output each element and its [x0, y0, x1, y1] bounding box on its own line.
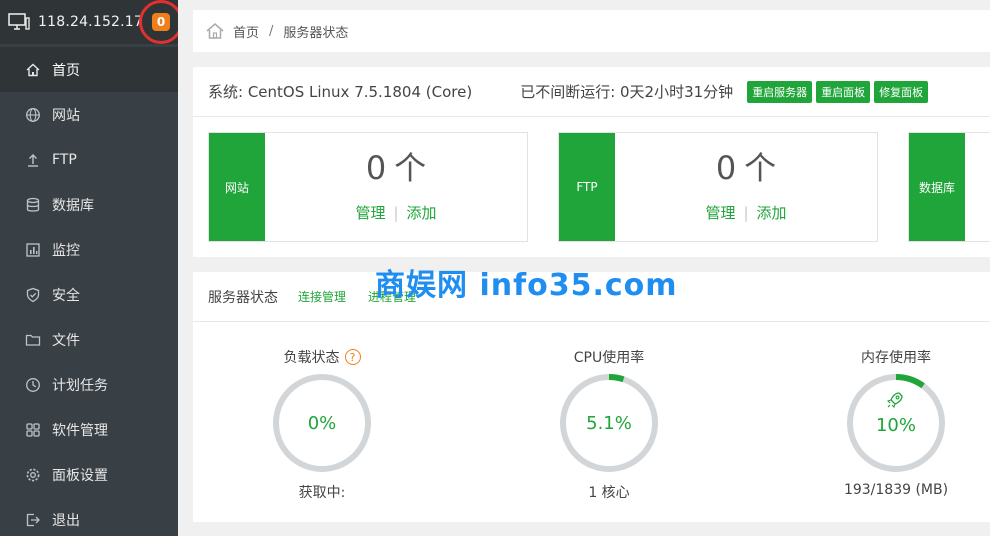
apps-icon — [24, 421, 42, 439]
gauge-ring: 0% — [271, 372, 373, 474]
shield-icon — [24, 286, 42, 304]
sidebar-item-label: FTP — [52, 151, 77, 168]
sidebar-item-logout[interactable]: 退出 — [0, 497, 178, 536]
gauge-subtext: 获取中: — [298, 485, 346, 501]
stat-count: 0个 — [365, 148, 427, 187]
system-info-row: 系统: CentOS Linux 7.5.1804 (Core) 已不间断运行:… — [193, 67, 990, 117]
sidebar-item-website[interactable]: 网站 — [0, 92, 178, 137]
stat-count: 0个 — [715, 148, 777, 187]
sidebar-item-settings[interactable]: 面板设置 — [0, 452, 178, 497]
gauge-title: 内存使用率 — [861, 350, 931, 366]
stat-box-database: 数据库 — [908, 132, 990, 242]
sidebar-item-label: 软件管理 — [52, 422, 108, 439]
stat-box-website: 网站 0个 管理 | 添加 — [208, 132, 528, 242]
home-icon — [24, 61, 42, 79]
gauge-cpu: CPU使用率 5.1% 1 核心 — [539, 347, 679, 502]
sidebar-item-label: 监控 — [52, 242, 80, 259]
sidebar-item-label: 安全 — [52, 287, 80, 304]
gauge-value: 0% — [307, 412, 337, 434]
breadcrumb-separator: / — [269, 23, 274, 39]
sidebar-item-label: 首页 — [52, 62, 80, 79]
sidebar-item-label: 网站 — [52, 107, 80, 124]
gear-icon — [24, 466, 42, 484]
message-badge-highlight: 0 — [139, 0, 178, 44]
gauge-title: 负载状态 — [283, 350, 340, 366]
breadcrumb-current: 服务器状态 — [283, 25, 349, 41]
sidebar-menu: 首页 网站 FTP 数据库 监控 安全 文件 计划任务 软件管理 面板设置 退出 — [0, 47, 178, 536]
sidebar-item-label: 数据库 — [52, 197, 94, 214]
server-status-card: 服务器状态 连接管理 进程管理 商娱网 info35.com 负载状态? 0% … — [193, 268, 990, 522]
website-manage-link[interactable]: 管理 — [355, 204, 385, 222]
sidebar-item-cron[interactable]: 计划任务 — [0, 362, 178, 407]
sidebar-item-ftp[interactable]: FTP — [0, 137, 178, 182]
sidebar-item-label: 计划任务 — [52, 377, 108, 394]
website-add-link[interactable]: 添加 — [407, 204, 437, 222]
stat-box-ftp: FTP 0个 管理 | 添加 — [558, 132, 878, 242]
monitor-icon — [8, 13, 30, 30]
breadcrumb-home[interactable]: 首页 — [233, 22, 259, 41]
ftp-add-link[interactable]: 添加 — [757, 204, 787, 222]
stat-label: FTP — [559, 133, 615, 241]
help-icon[interactable]: ? — [344, 349, 361, 365]
server-header: 118.24.152.17 0 — [0, 0, 178, 44]
repair-panel-button[interactable]: 修复面板 — [874, 80, 929, 103]
system-uptime: 已不间断运行: 0天2小时31分钟 — [520, 83, 734, 101]
stat-label: 数据库 — [909, 133, 965, 241]
sidebar-item-label: 退出 — [52, 512, 80, 529]
sidebar-item-software[interactable]: 软件管理 — [0, 407, 178, 452]
message-badge[interactable]: 0 — [152, 13, 170, 31]
overview-card: 系统: CentOS Linux 7.5.1804 (Core) 已不间断运行:… — [193, 67, 990, 257]
folder-icon — [24, 331, 42, 349]
upload-icon — [24, 151, 42, 169]
server-ip: 118.24.152.17 — [38, 14, 144, 30]
gauge-value: 10% — [875, 414, 916, 436]
sidebar-item-database[interactable]: 数据库 — [0, 182, 178, 227]
restart-panel-button[interactable]: 重启面板 — [816, 80, 871, 103]
gauge-value: 5.1% — [586, 412, 632, 434]
sidebar-item-home[interactable]: 首页 — [0, 47, 178, 92]
database-icon — [24, 196, 42, 214]
watermark: 商娱网 info35.com — [375, 268, 678, 303]
sidebar: 118.24.152.17 0 首页 网站 FTP 数据库 监控 安全 文件 计… — [0, 0, 178, 536]
system-os: 系统: CentOS Linux 7.5.1804 (Core) — [208, 83, 473, 101]
gauge-load: 负载状态? 0% 获取中: — [252, 347, 392, 502]
connection-manage-link[interactable]: 连接管理 — [298, 288, 346, 305]
server-status-header: 服务器状态 连接管理 进程管理 商娱网 info35.com — [193, 268, 990, 322]
breadcrumb: 首页 / 服务器状态 — [193, 10, 990, 52]
clock-icon — [24, 376, 42, 394]
gauge-ring[interactable]: 10% — [845, 372, 947, 474]
gauge-title: CPU使用率 — [573, 350, 645, 366]
gauge-memory: 内存使用率 10% 193/1839 (MB) — [826, 347, 966, 498]
globe-icon — [24, 106, 42, 124]
gauge-ring: 5.1% — [558, 372, 660, 474]
logout-icon — [24, 511, 42, 529]
sidebar-item-monitor[interactable]: 监控 — [0, 227, 178, 272]
home-icon[interactable] — [205, 22, 225, 40]
sidebar-item-label: 文件 — [52, 332, 80, 349]
gauge-subtext: 193/1839 (MB) — [843, 482, 949, 498]
chart-icon — [24, 241, 42, 259]
sidebar-item-label: 面板设置 — [52, 467, 108, 484]
stat-label: 网站 — [209, 133, 265, 241]
ftp-manage-link[interactable]: 管理 — [705, 204, 735, 222]
server-status-title: 服务器状态 — [208, 289, 278, 306]
sidebar-item-files[interactable]: 文件 — [0, 317, 178, 362]
restart-server-button[interactable]: 重启服务器 — [747, 80, 813, 103]
sidebar-item-security[interactable]: 安全 — [0, 272, 178, 317]
gauge-subtext: 1 核心 — [588, 485, 630, 501]
